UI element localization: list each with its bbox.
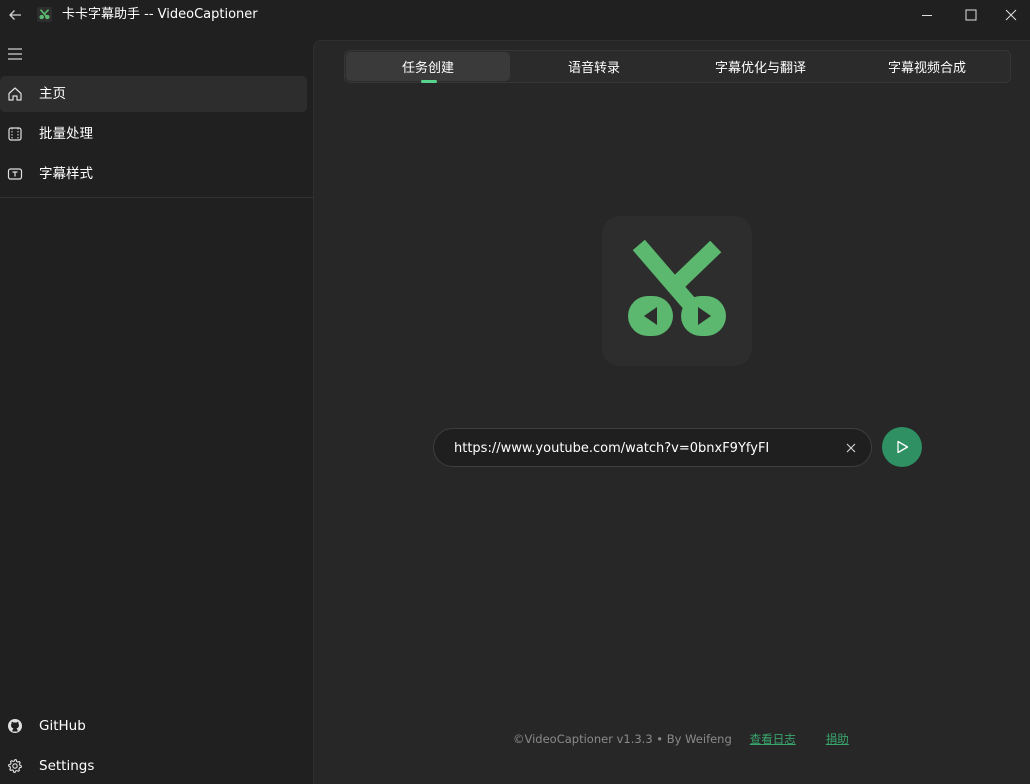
close-icon [1005,9,1017,21]
batch-icon [6,125,24,143]
sidebar-item-settings[interactable]: Settings [0,748,307,784]
donate-link[interactable]: 捐助 [826,731,849,747]
maximize-button[interactable] [948,0,994,30]
tab-label: 任务创建 [401,61,454,76]
sidebar-item-label: Settings [39,758,95,774]
sidebar-item-github[interactable]: GitHub [0,708,307,744]
sidebar-divider [0,197,313,198]
close-button[interactable] [992,0,1030,30]
active-tab-indicator [421,80,437,83]
tab-task-create[interactable]: 任务创建 [346,52,510,83]
sidebar-item-label: 字幕样式 [39,166,93,182]
url-field [433,428,872,467]
back-button[interactable] [6,6,24,24]
window-title: 卡卡字幕助手 -- VideoCaptioner [62,7,258,22]
maximize-icon [965,9,977,21]
minimize-button[interactable] [904,0,950,30]
tab-optimize-translate[interactable]: 字幕优化与翻译 [677,51,844,82]
minimize-icon [922,15,932,16]
tab-label: 语音转录 [567,61,620,76]
sidebar-item-subtitle-style[interactable]: 字幕样式 [0,156,307,192]
menu-toggle-button[interactable] [4,44,26,64]
sidebar-item-label: GitHub [39,718,86,734]
main-panel: 任务创建 语音转录 字幕优化与翻译 字幕视频合成 https://www.you… [313,40,1030,784]
hamburger-menu-icon [8,48,22,60]
start-button[interactable] [882,427,922,467]
sidebar-item-batch[interactable]: 批量处理 [0,116,307,152]
text-style-icon [6,165,24,183]
url-input[interactable] [454,439,834,457]
sidebar: 主页 批量处理 字幕样式 GitHub Settings [0,30,313,784]
tab-bar: 任务创建 语音转录 字幕优化与翻译 字幕视频合成 [344,50,1011,83]
sidebar-item-label: 主页 [39,86,66,102]
sidebar-item-home[interactable]: 主页 [0,76,307,112]
sidebar-item-label: 批量处理 [39,126,93,142]
clear-input-button[interactable] [842,439,860,457]
back-arrow-icon [9,10,21,20]
home-icon [6,85,24,103]
play-icon [897,440,909,454]
github-icon [6,717,24,735]
copyright-text: ©VideoCaptioner v1.3.3 • By Weifeng [513,732,732,746]
title-bar: 卡卡字幕助手 -- VideoCaptioner [0,0,1030,30]
tab-label: 字幕优化与翻译 [714,61,806,76]
tab-label: 字幕视频合成 [887,61,966,76]
tab-video-synthesis[interactable]: 字幕视频合成 [844,51,1010,82]
gear-icon [6,757,24,775]
scissors-play-logo [628,239,726,336]
footer: ©VideoCaptioner v1.3.3 • By Weifeng 查看日志… [513,731,849,747]
app-logo-icon [37,7,52,22]
clear-icon [846,443,856,453]
app-logo [602,216,752,366]
tab-transcription[interactable]: 语音转录 [511,51,677,82]
view-log-link[interactable]: 查看日志 [750,731,796,747]
